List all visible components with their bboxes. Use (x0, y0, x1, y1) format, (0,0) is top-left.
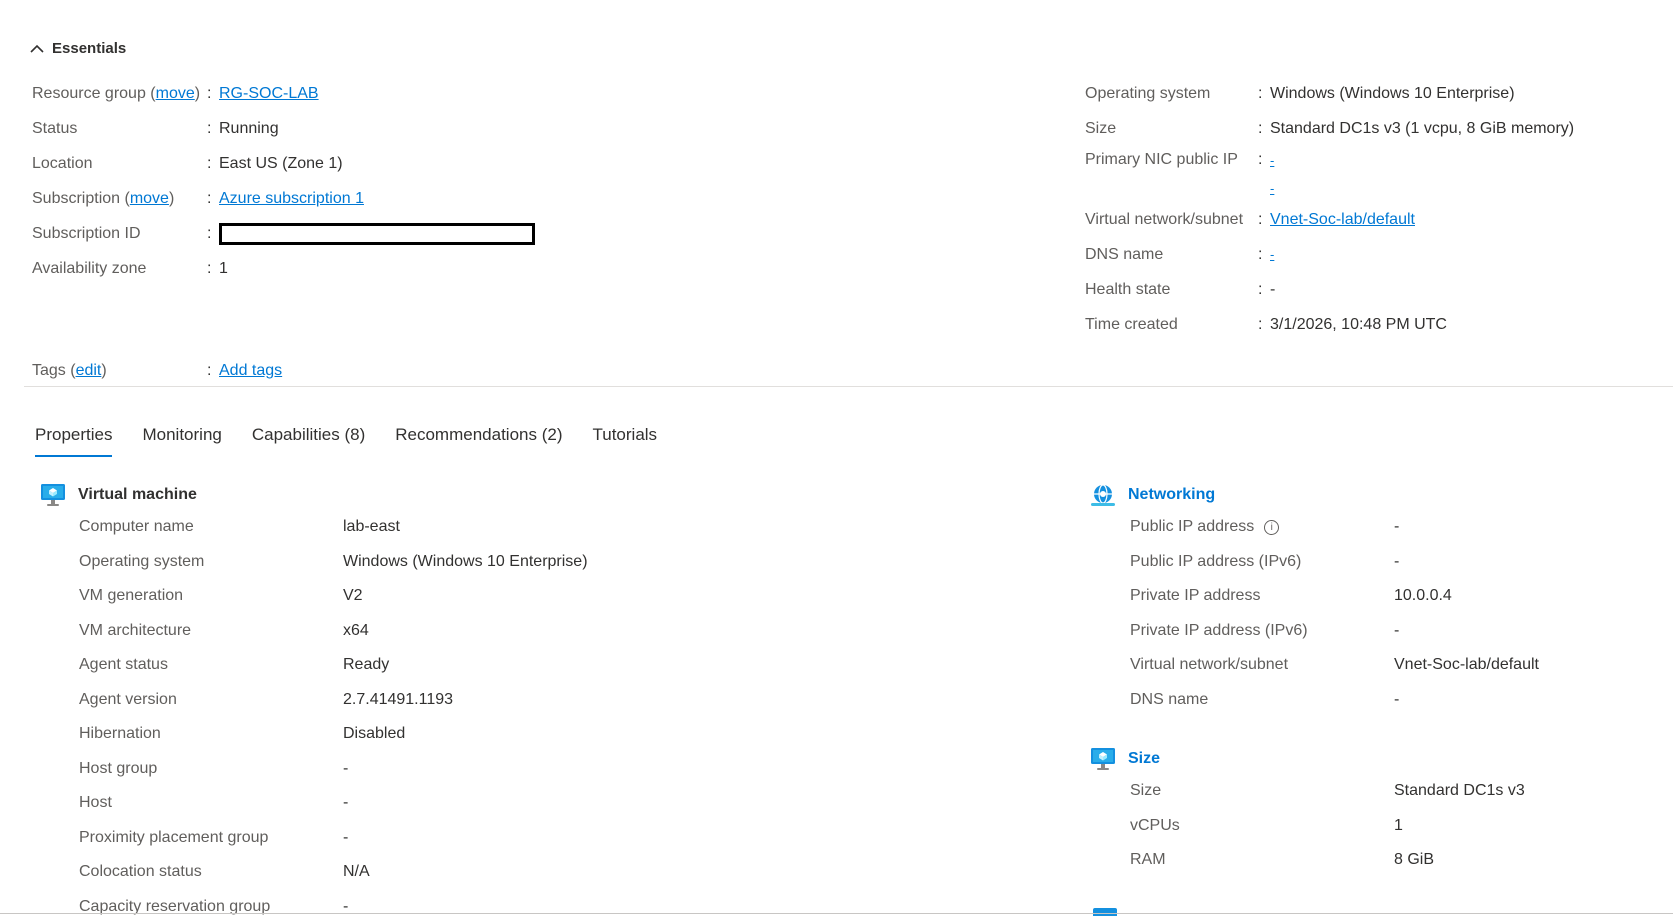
essentials-row-subscription-id: Subscription ID : (32, 216, 535, 251)
networking-section-link[interactable]: Networking (1128, 486, 1215, 504)
size-section-header: Size (1090, 744, 1525, 774)
essentials-title: Essentials (52, 40, 126, 57)
edit-tags-link[interactable]: edit (76, 362, 102, 379)
vm-row: Colocation statusN/A (40, 855, 588, 890)
essentials-row-time-created: Time created : 3/1/2026, 10:48 PM UTC (1085, 307, 1574, 342)
size-section: Size SizeStandard DC1s v3 vCPUs1 RAM8 Gi… (1090, 744, 1525, 878)
net-row: Virtual network/subnetVnet-Soc-lab/defau… (1090, 648, 1539, 683)
net-row: Private IP address10.0.0.4 (1090, 579, 1539, 614)
vm-row: VM architecturex64 (40, 614, 588, 649)
tab-tutorials[interactable]: Tutorials (593, 425, 658, 457)
essentials-row-location: Location : East US (Zone 1) (32, 146, 535, 181)
essentials-row-os: Operating system : Windows (Windows 10 E… (1085, 76, 1574, 111)
size-row: RAM8 GiB (1090, 843, 1525, 878)
vm-row: Capacity reservation group- (40, 890, 588, 924)
move-subscription-link[interactable]: move (130, 190, 169, 207)
tab-properties[interactable]: Properties (35, 425, 112, 457)
public-ip-link[interactable]: - (1270, 153, 1274, 168)
vm-row: Operating systemWindows (Windows 10 Ente… (40, 545, 588, 580)
time-created-value: 3/1/2026, 10:48 PM UTC (1270, 316, 1447, 334)
vm-row: Agent statusReady (40, 648, 588, 683)
bottom-border (0, 913, 1673, 914)
size-value: Standard DC1s v3 (1 vcpu, 8 GiB memory) (1270, 120, 1574, 138)
essentials-row-resource-group: Resource group (move) : RG-SOC-LAB (32, 76, 535, 111)
vm-row: Computer namelab-east (40, 510, 588, 545)
subscription-link[interactable]: Azure subscription 1 (219, 190, 364, 208)
size-section-link[interactable]: Size (1128, 750, 1160, 768)
status-value: Running (219, 120, 279, 138)
vm-row: HibernationDisabled (40, 717, 588, 752)
essentials-row-vnet: Virtual network/subnet : Vnet-Soc-lab/de… (1085, 202, 1574, 237)
essentials-row-public-ip-2: - (1085, 174, 1574, 202)
vm-section-title: Virtual machine (78, 486, 197, 504)
tab-monitoring[interactable]: Monitoring (142, 425, 221, 457)
networking-section-header: Networking (1090, 480, 1539, 510)
move-resource-group-link[interactable]: move (156, 85, 195, 102)
os-value: Windows (Windows 10 Enterprise) (1270, 85, 1515, 103)
vm-row: Host group- (40, 752, 588, 787)
info-icon[interactable]: i (1264, 520, 1279, 535)
resource-group-link[interactable]: RG-SOC-LAB (219, 85, 319, 103)
essentials-row-tags: Tags (edit) : Add tags (32, 353, 282, 388)
essentials-row-subscription: Subscription (move) : Azure subscription… (32, 181, 535, 216)
size-row: vCPUs1 (1090, 809, 1525, 844)
vnet-subnet-property-link[interactable]: Vnet-Soc-lab/default (1394, 656, 1539, 674)
chevron-up-icon (30, 42, 44, 56)
vm-section-header: Virtual machine (40, 480, 588, 510)
net-row: Public IP address (IPv6)- (1090, 545, 1539, 580)
location-value: East US (Zone 1) (219, 155, 343, 173)
networking-section: Networking Public IP addressi- Public IP… (1090, 480, 1539, 717)
vm-row: Host- (40, 786, 588, 821)
add-tags-link[interactable]: Add tags (219, 362, 282, 380)
virtual-machine-icon (40, 483, 66, 507)
vm-row: Proximity placement group- (40, 821, 588, 856)
essentials-left: Resource group (move) : RG-SOC-LAB Statu… (32, 76, 535, 286)
tab-recommendations[interactable]: Recommendations (2) (395, 425, 562, 457)
essentials-toggle[interactable]: Essentials (30, 40, 126, 57)
net-row: DNS name- (1090, 683, 1539, 718)
essentials-row-public-ip: Primary NIC public IP : - (1085, 146, 1574, 174)
redacted-subscription-id (219, 223, 535, 245)
size-row: SizeStandard DC1s v3 (1090, 774, 1525, 809)
tab-bar: Properties Monitoring Capabilities (8) R… (35, 425, 657, 457)
availability-zone-value: 1 (219, 260, 228, 278)
dns-name-link[interactable]: - (1270, 247, 1274, 262)
essentials-row-dns: DNS name : - (1085, 237, 1574, 272)
net-row: Private IP address (IPv6)- (1090, 614, 1539, 649)
public-ip-link-2[interactable]: - (1270, 181, 1274, 196)
divider (24, 386, 1673, 387)
essentials-right: Operating system : Windows (Windows 10 E… (1085, 76, 1574, 342)
health-state-value: - (1270, 281, 1275, 299)
essentials-row-size: Size : Standard DC1s v3 (1 vcpu, 8 GiB m… (1085, 111, 1574, 146)
net-row: Public IP addressi- (1090, 510, 1539, 545)
essentials-row-availability-zone: Availability zone : 1 (32, 251, 535, 286)
vm-row: Agent version2.7.41491.1193 (40, 683, 588, 718)
size-icon (1090, 747, 1116, 771)
tab-capabilities[interactable]: Capabilities (8) (252, 425, 365, 457)
next-section-icon (1093, 908, 1117, 916)
networking-icon (1090, 483, 1116, 507)
essentials-row-health: Health state : - (1085, 272, 1574, 307)
vm-row: VM generationV2 (40, 579, 588, 614)
virtual-machine-section: Virtual machine Computer namelab-east Op… (40, 480, 588, 924)
essentials-row-status: Status : Running (32, 111, 535, 146)
vnet-subnet-link[interactable]: Vnet-Soc-lab/default (1270, 211, 1415, 229)
